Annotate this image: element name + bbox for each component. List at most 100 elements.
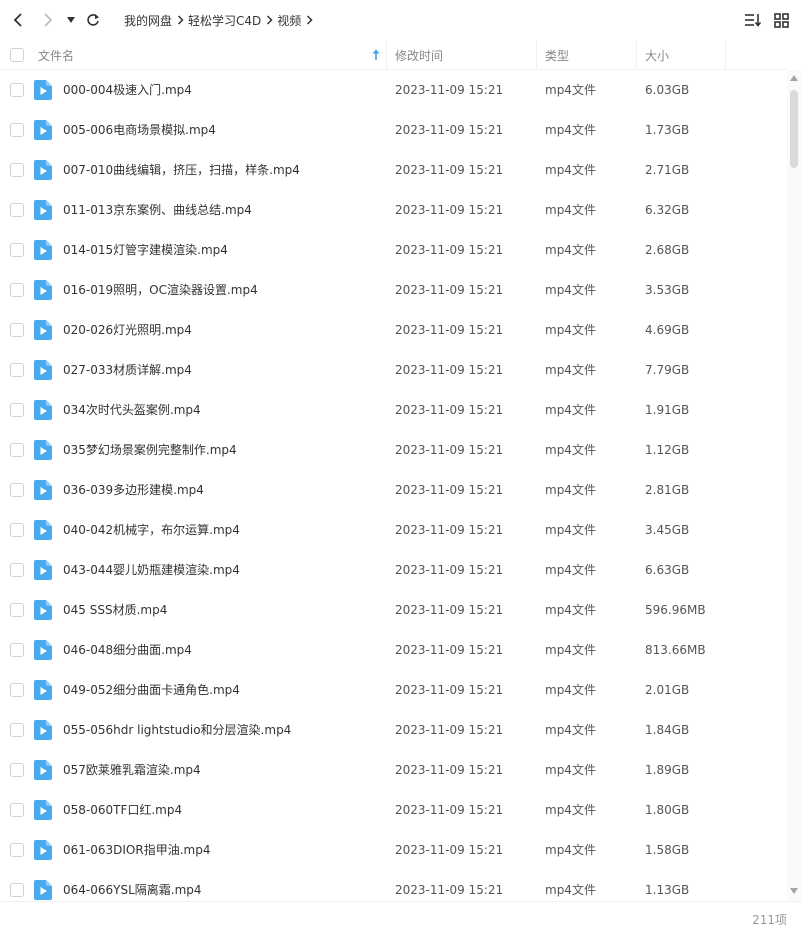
row-checkbox[interactable]	[10, 83, 24, 97]
file-name: 061-063DIOR指甲油.mp4	[63, 843, 211, 857]
file-row[interactable]: 005-006电商场景模拟.mp4 2023-11-09 15:21 mp4文件…	[0, 110, 787, 150]
file-row[interactable]: 020-026灯光照明.mp4 2023-11-09 15:21 mp4文件 4…	[0, 310, 787, 350]
column-divider[interactable]	[536, 40, 537, 70]
column-header-type[interactable]: 类型	[545, 40, 635, 70]
row-checkbox[interactable]	[10, 403, 24, 417]
video-file-icon	[34, 720, 52, 740]
row-checkbox[interactable]	[10, 643, 24, 657]
video-file-icon	[34, 880, 52, 900]
file-type: mp4文件	[545, 443, 596, 457]
file-row[interactable]: 055-056hdr lightstudio和分层渲染.mp4 2023-11-…	[0, 710, 787, 750]
file-row[interactable]: 040-042机械字，布尔运算.mp4 2023-11-09 15:21 mp4…	[0, 510, 787, 550]
file-size: 1.13GB	[645, 883, 690, 897]
breadcrumb-item-folder[interactable]: 轻松学习C4D	[188, 12, 261, 29]
file-row[interactable]: 036-039多边形建模.mp4 2023-11-09 15:21 mp4文件 …	[0, 470, 787, 510]
file-row[interactable]: 000-004极速入门.mp4 2023-11-09 15:21 mp4文件 6…	[0, 70, 787, 110]
file-size: 2.68GB	[645, 243, 690, 257]
row-checkbox[interactable]	[10, 803, 24, 817]
item-count: 211项	[752, 913, 787, 927]
video-file-icon	[34, 440, 52, 460]
file-row[interactable]: 035梦幻场景案例完整制作.mp4 2023-11-09 15:21 mp4文件…	[0, 430, 787, 470]
file-size: 6.63GB	[645, 563, 690, 577]
caret-down-icon	[67, 17, 75, 23]
file-row[interactable]: 046-048细分曲面.mp4 2023-11-09 15:21 mp4文件 8…	[0, 630, 787, 670]
forward-button[interactable]	[37, 8, 59, 32]
video-file-icon	[34, 520, 52, 540]
file-size: 3.53GB	[645, 283, 690, 297]
file-row[interactable]: 064-066YSL隔离霜.mp4 2023-11-09 15:21 mp4文件…	[0, 870, 787, 901]
file-type: mp4文件	[545, 683, 596, 697]
video-file-icon	[34, 200, 52, 220]
file-type: mp4文件	[545, 323, 596, 337]
file-type: mp4文件	[545, 283, 596, 297]
video-file-icon	[34, 160, 52, 180]
file-row[interactable]: 058-060TF口红.mp4 2023-11-09 15:21 mp4文件 1…	[0, 790, 787, 830]
file-modified: 2023-11-09 15:21	[395, 803, 504, 817]
row-checkbox[interactable]	[10, 763, 24, 777]
refresh-icon	[87, 14, 99, 26]
column-header: 文件名 修改时间 类型 大小	[0, 40, 787, 70]
row-checkbox[interactable]	[10, 163, 24, 177]
history-dropdown-button[interactable]	[61, 8, 81, 32]
file-row[interactable]: 049-052细分曲面卡通角色.mp4 2023-11-09 15:21 mp4…	[0, 670, 787, 710]
file-size: 596.96MB	[645, 603, 706, 617]
chevron-right-icon	[301, 15, 317, 25]
file-row[interactable]: 027-033材质详解.mp4 2023-11-09 15:21 mp4文件 7…	[0, 350, 787, 390]
file-row[interactable]: 011-013京东案例、曲线总结.mp4 2023-11-09 15:21 mp…	[0, 190, 787, 230]
file-type: mp4文件	[545, 243, 596, 257]
row-checkbox[interactable]	[10, 563, 24, 577]
select-all-checkbox[interactable]	[10, 48, 24, 62]
row-checkbox[interactable]	[10, 483, 24, 497]
column-divider[interactable]	[725, 40, 726, 70]
column-header-size[interactable]: 大小	[645, 40, 725, 70]
back-button[interactable]	[7, 8, 29, 32]
file-size: 1.58GB	[645, 843, 690, 857]
file-row[interactable]: 057欧莱雅乳霜渲染.mp4 2023-11-09 15:21 mp4文件 1.…	[0, 750, 787, 790]
sort-button[interactable]	[743, 10, 763, 30]
row-checkbox[interactable]	[10, 883, 24, 897]
row-checkbox[interactable]	[10, 523, 24, 537]
row-checkbox[interactable]	[10, 723, 24, 737]
grid-view-button[interactable]	[771, 10, 791, 30]
file-row[interactable]: 061-063DIOR指甲油.mp4 2023-11-09 15:21 mp4文…	[0, 830, 787, 870]
breadcrumb-item-current[interactable]: 视频	[277, 12, 301, 29]
column-divider[interactable]	[636, 40, 637, 70]
scrollbar-thumb[interactable]	[790, 90, 798, 168]
file-name: 046-048细分曲面.mp4	[63, 643, 192, 657]
file-row[interactable]: 016-019照明，OC渲染器设置.mp4 2023-11-09 15:21 m…	[0, 270, 787, 310]
row-checkbox[interactable]	[10, 843, 24, 857]
video-file-icon	[34, 480, 52, 500]
row-checkbox[interactable]	[10, 683, 24, 697]
file-type: mp4文件	[545, 643, 596, 657]
row-checkbox[interactable]	[10, 363, 24, 377]
file-modified: 2023-11-09 15:21	[395, 83, 504, 97]
row-checkbox[interactable]	[10, 203, 24, 217]
file-row[interactable]: 045 SSS材质.mp4 2023-11-09 15:21 mp4文件 596…	[0, 590, 787, 630]
file-type: mp4文件	[545, 883, 596, 897]
vertical-scrollbar[interactable]	[787, 70, 801, 901]
scroll-down-arrow-icon[interactable]	[790, 887, 798, 895]
breadcrumb-item-root[interactable]: 我的网盘	[124, 12, 172, 29]
row-checkbox[interactable]	[10, 323, 24, 337]
file-modified: 2023-11-09 15:21	[395, 883, 504, 897]
row-checkbox[interactable]	[10, 443, 24, 457]
row-checkbox[interactable]	[10, 283, 24, 297]
column-divider[interactable]	[386, 40, 387, 70]
file-row[interactable]: 034次时代头盔案例.mp4 2023-11-09 15:21 mp4文件 1.…	[0, 390, 787, 430]
row-checkbox[interactable]	[10, 123, 24, 137]
row-checkbox[interactable]	[10, 603, 24, 617]
file-list: 000-004极速入门.mp4 2023-11-09 15:21 mp4文件 6…	[0, 70, 787, 901]
file-size: 2.81GB	[645, 483, 690, 497]
file-modified: 2023-11-09 15:21	[395, 163, 504, 177]
file-name: 043-044婴儿奶瓶建模渲染.mp4	[63, 563, 240, 577]
refresh-button[interactable]	[82, 8, 104, 32]
row-checkbox[interactable]	[10, 243, 24, 257]
file-type: mp4文件	[545, 203, 596, 217]
video-file-icon	[34, 760, 52, 780]
file-row[interactable]: 007-010曲线编辑，挤压，扫描，样条.mp4 2023-11-09 15:2…	[0, 150, 787, 190]
column-header-modified[interactable]: 修改时间	[395, 40, 535, 70]
file-row[interactable]: 014-015灯管字建模渲染.mp4 2023-11-09 15:21 mp4文…	[0, 230, 787, 270]
file-row[interactable]: 043-044婴儿奶瓶建模渲染.mp4 2023-11-09 15:21 mp4…	[0, 550, 787, 590]
scroll-up-arrow-icon[interactable]	[790, 74, 798, 82]
column-header-name[interactable]: 文件名	[38, 40, 386, 70]
